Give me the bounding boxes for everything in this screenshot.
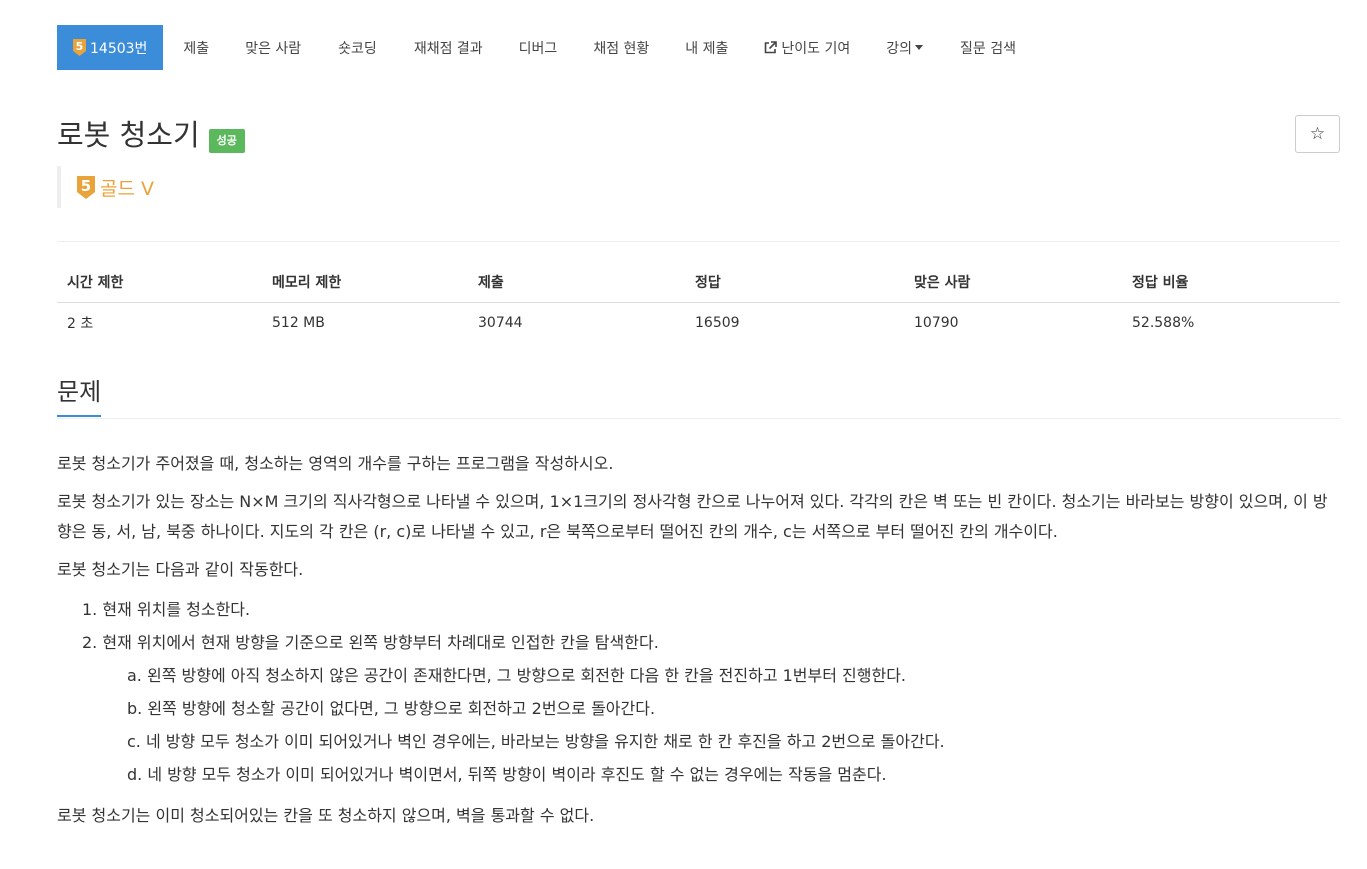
problem-title-row: 로봇 청소기 성공 (57, 116, 245, 154)
list-item: b. 왼쪽 방향에 청소할 공간이 없다면, 그 방향으로 회전하고 2번으로 … (127, 699, 656, 718)
nav-difficulty-vote[interactable]: 난이도 기여 (764, 25, 850, 70)
status-badge: 성공 (208, 129, 245, 153)
header-submissions: 제출 (468, 262, 685, 303)
page-title: 로봇 청소기 (57, 118, 200, 152)
nav-lectures-dropdown[interactable]: 강의 (886, 25, 924, 70)
table-header-row: 시간 제한 메모리 제한 제출 정답 맞은 사람 정답 비율 (57, 262, 1340, 303)
list-item: 1. 현재 위치를 청소한다. (82, 600, 251, 619)
problem-paragraph: 로봇 청소기는 다음과 같이 작동한다. (57, 560, 304, 579)
caret-down-icon (915, 45, 924, 50)
section-title: 문제 (57, 376, 102, 417)
time-limit-value: 2 초 (67, 315, 94, 332)
nav-submit[interactable]: 제출 (183, 25, 209, 70)
problem-stats-table: 시간 제한 메모리 제한 제출 정답 맞은 사람 정답 비율 2 초 512 M… (57, 262, 1340, 343)
memory-limit-value: 512 MB (272, 314, 325, 331)
nav-problem-number[interactable]: 5 14503번 (57, 25, 164, 70)
nav-status[interactable]: 채점 현황 (593, 25, 649, 70)
list-item: a. 왼쪽 방향에 아직 청소하지 않은 공간이 존재한다면, 그 방향으로 회… (127, 666, 907, 685)
tier-label[interactable]: 골드 V (100, 174, 154, 201)
nav-rejudge-results[interactable]: 재채점 결과 (414, 25, 483, 70)
tier-gold-icon: 5 (77, 175, 95, 199)
favorite-star-button[interactable]: ☆ (1295, 115, 1340, 153)
tier-block: 5 골드 V (57, 166, 154, 208)
star-icon: ☆ (1309, 124, 1326, 143)
accepted-value: 16509 (695, 314, 740, 331)
problem-description: 로봇 청소기가 주어졌을 때, 청소하는 영역의 개수를 구하는 프로그램을 작… (57, 449, 1342, 839)
accept-ratio-value: 52.588% (1132, 314, 1195, 331)
header-time-limit: 시간 제한 (57, 262, 262, 303)
list-item-text: 2. 현재 위치에서 현재 방향을 기준으로 왼쪽 방향부터 차례대로 인접한 … (82, 633, 659, 652)
tier-gold-icon: 5 (73, 39, 86, 56)
header-solved-users: 맞은 사람 (904, 262, 1122, 303)
nav-problem-number-label: 14503번 (90, 40, 148, 57)
problem-section-header: 문제 (57, 376, 1340, 419)
nav-debug[interactable]: 디버그 (519, 25, 558, 70)
problem-paragraph: 로봇 청소기가 주어졌을 때, 청소하는 영역의 개수를 구하는 프로그램을 작… (57, 454, 614, 473)
nav-question-search[interactable]: 질문 검색 (960, 25, 1016, 70)
submissions-value: 30744 (478, 314, 523, 331)
external-link-icon (764, 41, 778, 54)
nav-solved-users[interactable]: 맞은 사람 (245, 25, 301, 70)
header-accepted: 정답 (685, 262, 904, 303)
substeps-list: a. 왼쪽 방향에 아직 청소하지 않은 공간이 존재한다면, 그 방향으로 회… (127, 659, 1342, 791)
table-row: 2 초 512 MB 30744 16509 10790 52.588% (57, 302, 1340, 343)
nav-my-submissions[interactable]: 내 제출 (685, 25, 728, 70)
header-accept-ratio: 정답 비율 (1122, 262, 1340, 303)
list-item: d. 네 방향 모두 청소가 이미 되어있거나 벽이면서, 뒤쪽 방향이 벽이라… (127, 765, 887, 784)
header-memory-limit: 메모리 제한 (262, 262, 468, 303)
list-item: c. 네 방향 모두 청소가 이미 되어있거나 벽인 경우에는, 바라보는 방향… (127, 732, 945, 751)
problem-paragraph: 로봇 청소기가 있는 장소는 N×M 크기의 직사각형으로 나타낼 수 있으며,… (57, 492, 1328, 541)
problem-paragraph: 로봇 청소기는 이미 청소되어있는 칸을 또 청소하지 않으며, 벽을 통과할 … (57, 806, 595, 825)
steps-list: 1. 현재 위치를 청소한다. 2. 현재 위치에서 현재 방향을 기준으로 왼… (82, 593, 1342, 791)
list-item: 2. 현재 위치에서 현재 방향을 기준으로 왼쪽 방향부터 차례대로 인접한 … (82, 626, 1342, 791)
divider (57, 241, 1340, 242)
solved-users-value: 10790 (914, 314, 959, 331)
nav-short-coding[interactable]: 숏코딩 (338, 25, 377, 70)
problem-nav: 5 14503번 제출 맞은 사람 숏코딩 재채점 결과 디버그 채점 현황 내… (57, 25, 1016, 70)
